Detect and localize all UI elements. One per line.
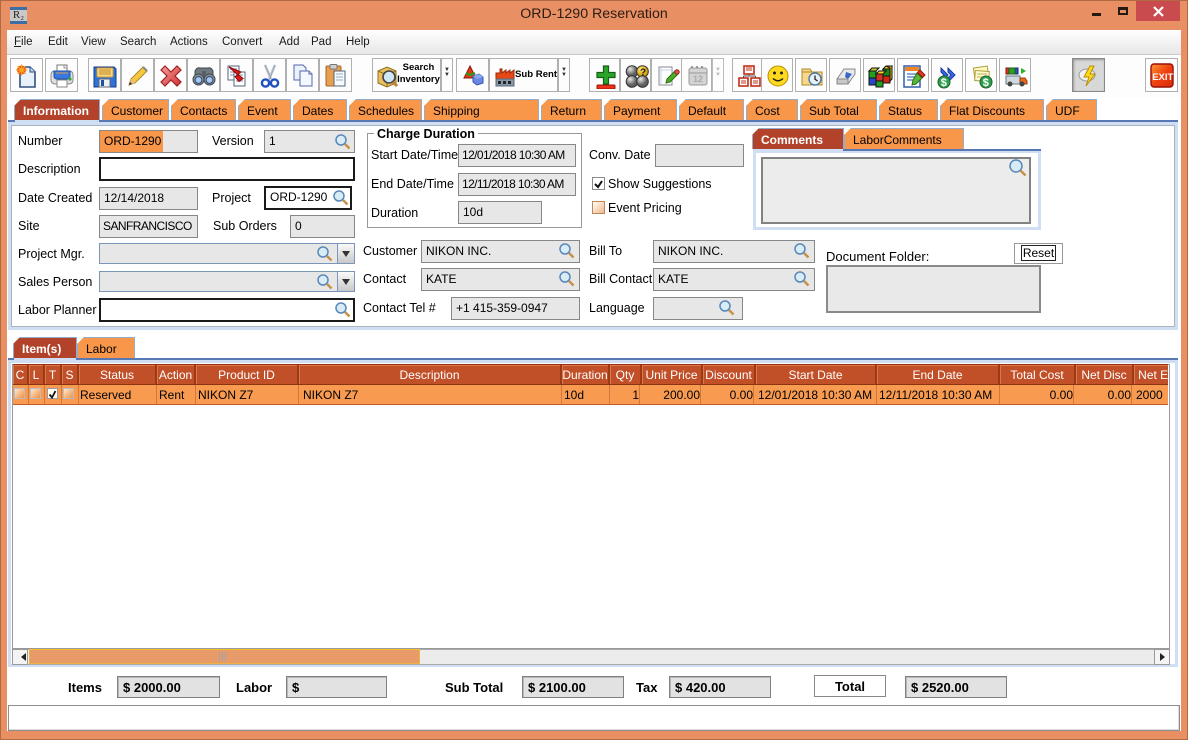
- svg-text:12: 12: [693, 74, 703, 84]
- svg-text:?: ?: [640, 68, 646, 79]
- svg-text:EXIT: EXIT: [1152, 72, 1173, 83]
- svg-text:$: $: [983, 77, 989, 89]
- svg-text:$: $: [941, 77, 947, 89]
